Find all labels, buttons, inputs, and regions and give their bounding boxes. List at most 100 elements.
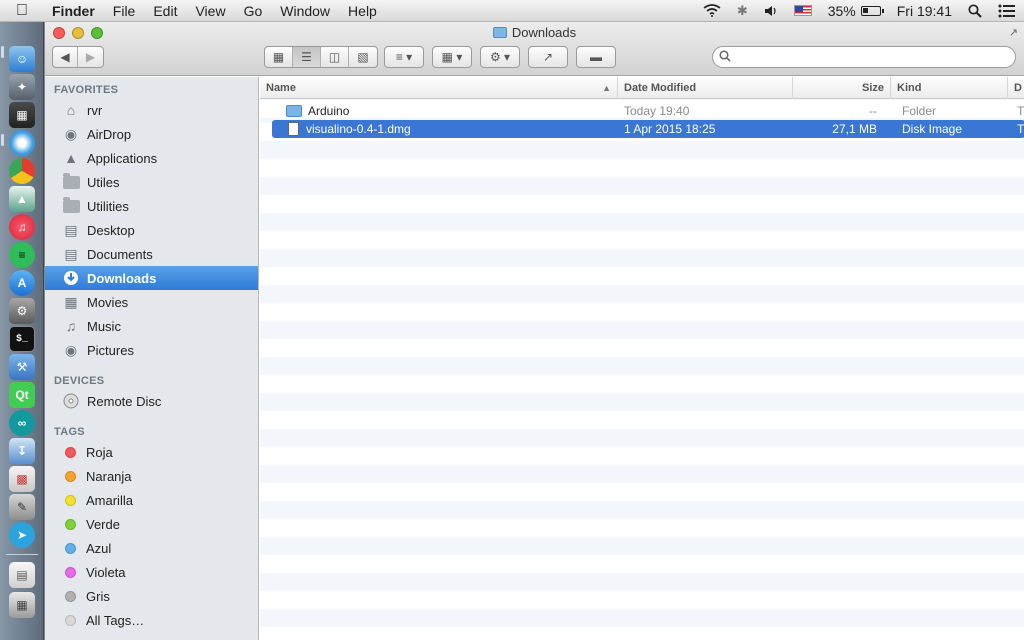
sidebar-item-airdrop[interactable]: ◉ AirDrop bbox=[45, 122, 258, 146]
menu-app-finder[interactable]: Finder bbox=[44, 3, 104, 19]
search-input[interactable] bbox=[735, 50, 995, 64]
menu-go[interactable]: Go bbox=[235, 3, 272, 19]
apple-menu-icon[interactable]:  bbox=[0, 2, 44, 20]
action-gear-icon[interactable]: ⚙ ▾ bbox=[481, 47, 519, 67]
menu-file[interactable]: File bbox=[104, 3, 145, 19]
preview-dock-icon[interactable]: ▲ bbox=[9, 186, 35, 212]
notification-center-icon[interactable] bbox=[990, 4, 1024, 18]
tags-section-header: TAGS bbox=[54, 426, 85, 438]
menu-view[interactable]: View bbox=[186, 3, 234, 19]
search-field[interactable] bbox=[712, 46, 1016, 68]
sidebar-tag-naranja[interactable]: Naranja bbox=[45, 464, 258, 488]
file-extra: T bbox=[1017, 122, 1024, 136]
battery-status[interactable]: 35% bbox=[820, 3, 889, 19]
file-list: Name ▲ Date Modified Size Kind D Arduino… bbox=[260, 77, 1024, 640]
column-view-button[interactable]: ◫ bbox=[321, 47, 349, 67]
column-date-modified[interactable]: Date Modified bbox=[618, 77, 793, 99]
arduino-dock-icon[interactable]: ∞ bbox=[9, 410, 35, 436]
forward-button[interactable]: ▶ bbox=[78, 47, 103, 67]
group-by-dropdown-button[interactable]: ▦ ▾ bbox=[433, 47, 471, 67]
sidebar-item-remote-disc[interactable]: Remote Disc bbox=[45, 389, 258, 413]
spotify-dock-icon[interactable]: ≡ bbox=[9, 242, 35, 268]
sidebar-item-label: rvr bbox=[87, 102, 103, 118]
column-size[interactable]: Size bbox=[793, 77, 891, 99]
menu-edit[interactable]: Edit bbox=[144, 3, 186, 19]
chrome-dock-icon[interactable] bbox=[9, 158, 35, 184]
arrange-dropdown-button[interactable]: ≡ ▾ bbox=[385, 47, 423, 67]
file-row-selected[interactable]: visualino-0.4-1.dmg 1 Apr 2015 18:25 27,… bbox=[272, 120, 1024, 138]
terminal-dock-icon[interactable]: $_ bbox=[9, 326, 35, 352]
trash-dock-icon[interactable]: ▦ bbox=[9, 592, 35, 618]
movies-icon: ▦ bbox=[64, 293, 78, 310]
fullscreen-icon[interactable]: ↗ bbox=[1009, 26, 1018, 39]
launchpad-dock-icon[interactable]: ✦ bbox=[9, 74, 35, 100]
list-view-button[interactable]: ☰ bbox=[293, 47, 321, 67]
column-extra[interactable]: D bbox=[1008, 77, 1024, 99]
sidebar-tag-azul[interactable]: Azul bbox=[45, 536, 258, 560]
sidebar-item-utilities[interactable]: Utilities bbox=[45, 194, 258, 218]
qt-creator-dock-icon[interactable]: Qt bbox=[9, 382, 35, 408]
menu-bar:  Finder File Edit View Go Window Help ✱… bbox=[0, 0, 1024, 22]
menu-window[interactable]: Window bbox=[271, 3, 339, 19]
home-icon: ⌂ bbox=[66, 102, 76, 118]
sidebar-item-label: Movies bbox=[87, 294, 129, 310]
share-group: ↗ bbox=[528, 46, 568, 68]
sidebar-item-documents[interactable]: ▤ Documents bbox=[45, 242, 258, 266]
file-row[interactable]: Arduino Today 19:40 -- Folder T bbox=[260, 102, 1024, 120]
image-capture-dock-icon[interactable]: ✎ bbox=[9, 494, 35, 520]
spotlight-search-icon[interactable] bbox=[960, 3, 990, 18]
downloads-stack-dock-icon[interactable]: ▤ bbox=[9, 562, 35, 588]
safari-dock-icon[interactable] bbox=[9, 130, 35, 156]
file-transfer-dock-icon[interactable]: ↧ bbox=[9, 438, 35, 464]
sidebar-item-label: Music bbox=[87, 318, 121, 334]
sidebar-item-utiles[interactable]: Utiles bbox=[45, 170, 258, 194]
sidebar-item-label: Amarilla bbox=[86, 492, 133, 508]
wifi-icon[interactable] bbox=[695, 4, 729, 17]
view-mode-group: ▦ ☰ ◫ ▧ bbox=[264, 46, 378, 68]
sidebar-tag-gris[interactable]: Gris bbox=[45, 584, 258, 608]
sidebar-item-downloads[interactable]: Downloads bbox=[45, 266, 258, 290]
sidebar-item-label: Utilities bbox=[87, 198, 129, 214]
column-name[interactable]: Name ▲ bbox=[260, 77, 618, 99]
sidebar-tag-amarilla[interactable]: Amarilla bbox=[45, 488, 258, 512]
sidebar-tag-violeta[interactable]: Violeta bbox=[45, 560, 258, 584]
input-source-flag-icon[interactable] bbox=[786, 5, 820, 16]
status-area: ✱ 35% Fri 19:41 bbox=[695, 0, 1024, 22]
sidebar-item-movies[interactable]: ▦ Movies bbox=[45, 290, 258, 314]
menu-help[interactable]: Help bbox=[339, 3, 386, 19]
sidebar-item-desktop[interactable]: ▤ Desktop bbox=[45, 218, 258, 242]
itunes-dock-icon[interactable]: ♫ bbox=[9, 214, 35, 240]
bluetooth-icon[interactable]: ✱ bbox=[729, 3, 756, 19]
back-button[interactable]: ◀ bbox=[53, 47, 78, 67]
edit-tags-icon[interactable]: ▬ bbox=[577, 47, 615, 67]
sidebar-tag-roja[interactable]: Roja bbox=[45, 440, 258, 464]
icon-view-button[interactable]: ▦ bbox=[265, 47, 293, 67]
share-icon[interactable]: ↗ bbox=[529, 47, 567, 67]
pictures-icon: ◉ bbox=[64, 341, 78, 358]
folder-icon bbox=[62, 196, 80, 214]
sidebar-item-applications[interactable]: ▲ Applications bbox=[45, 146, 258, 170]
xcode-dock-icon[interactable]: ⚒ bbox=[9, 354, 35, 380]
charts-dock-icon[interactable]: ▩ bbox=[9, 466, 35, 492]
system-preferences-dock-icon[interactable]: ⚙ bbox=[9, 298, 35, 324]
volume-icon[interactable] bbox=[756, 5, 786, 17]
all-tags-icon bbox=[65, 614, 76, 626]
sidebar-tag-verde[interactable]: Verde bbox=[45, 512, 258, 536]
sidebar-item-pictures[interactable]: ◉ Pictures bbox=[45, 338, 258, 362]
telegram-dock-icon[interactable]: ➤ bbox=[9, 522, 35, 548]
sidebar-item-label: Remote Disc bbox=[87, 393, 162, 409]
finder-dock-icon[interactable]: ☺ bbox=[9, 46, 35, 72]
sidebar-item-music[interactable]: ♫ Music bbox=[45, 314, 258, 338]
column-kind[interactable]: Kind bbox=[891, 77, 1008, 99]
sidebar-all-tags[interactable]: All Tags… bbox=[45, 608, 258, 632]
file-size: 27,1 MB bbox=[832, 122, 877, 136]
clock[interactable]: Fri 19:41 bbox=[889, 3, 960, 19]
app-store-dock-icon[interactable]: A bbox=[9, 270, 35, 296]
cover-flow-button[interactable]: ▧ bbox=[349, 47, 377, 67]
sidebar-item-rvr[interactable]: ⌂ rvr bbox=[45, 98, 258, 122]
running-indicator bbox=[1, 134, 4, 146]
sidebar-item-label: Violeta bbox=[86, 564, 126, 580]
mission-control-dock-icon[interactable]: ▦ bbox=[9, 102, 35, 128]
column-header: Name ▲ Date Modified Size Kind D bbox=[260, 77, 1024, 99]
applications-icon: ▲ bbox=[64, 150, 78, 166]
